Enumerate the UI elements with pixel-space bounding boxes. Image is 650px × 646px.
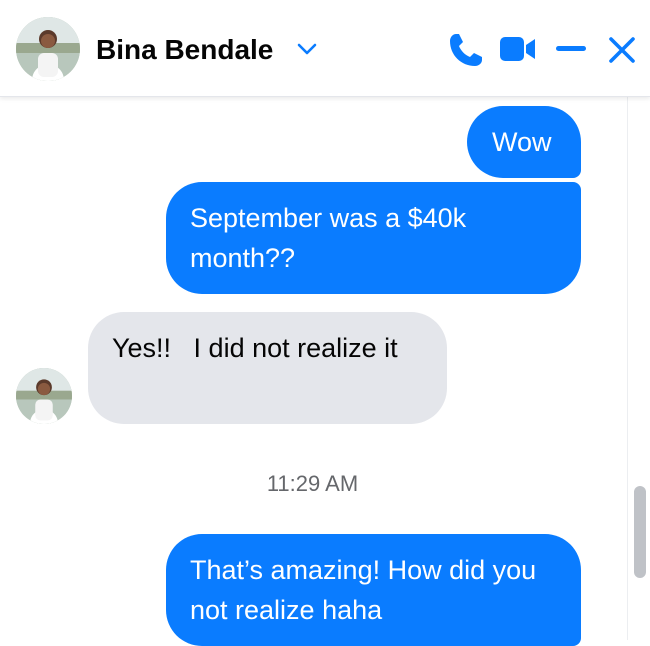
phone-icon[interactable] xyxy=(446,30,486,70)
message-text: Yes!! I did not realize it xyxy=(112,333,398,363)
message-text: September was a $40k month?? xyxy=(190,203,467,273)
chevron-down-icon[interactable] xyxy=(296,42,318,56)
video-camera-icon[interactable] xyxy=(498,33,538,65)
message-bubble-outgoing[interactable]: That’s amazing! How did you not realize … xyxy=(166,534,581,646)
avatar-image xyxy=(16,17,80,81)
message-bubble-outgoing[interactable]: September was a $40k month?? xyxy=(166,182,581,294)
sender-avatar[interactable] xyxy=(16,368,72,424)
minimize-icon[interactable] xyxy=(556,46,586,52)
message-timestamp: 11:29 AM xyxy=(266,471,359,496)
close-icon[interactable] xyxy=(606,34,638,66)
contact-avatar[interactable] xyxy=(16,17,80,81)
message-text: That’s amazing! How did you not realize … xyxy=(190,555,537,625)
message-bubble-outgoing[interactable]: Wow xyxy=(467,106,581,178)
avatar-image xyxy=(16,368,72,424)
contact-name[interactable]: Bina Bendale xyxy=(96,33,273,67)
scrollbar-thumb[interactable] xyxy=(634,486,646,578)
message-text: Wow xyxy=(492,127,552,157)
chat-header: Bina Bendale xyxy=(0,0,650,97)
message-bubble-incoming[interactable]: Yes!! I did not realize it xyxy=(88,312,447,424)
